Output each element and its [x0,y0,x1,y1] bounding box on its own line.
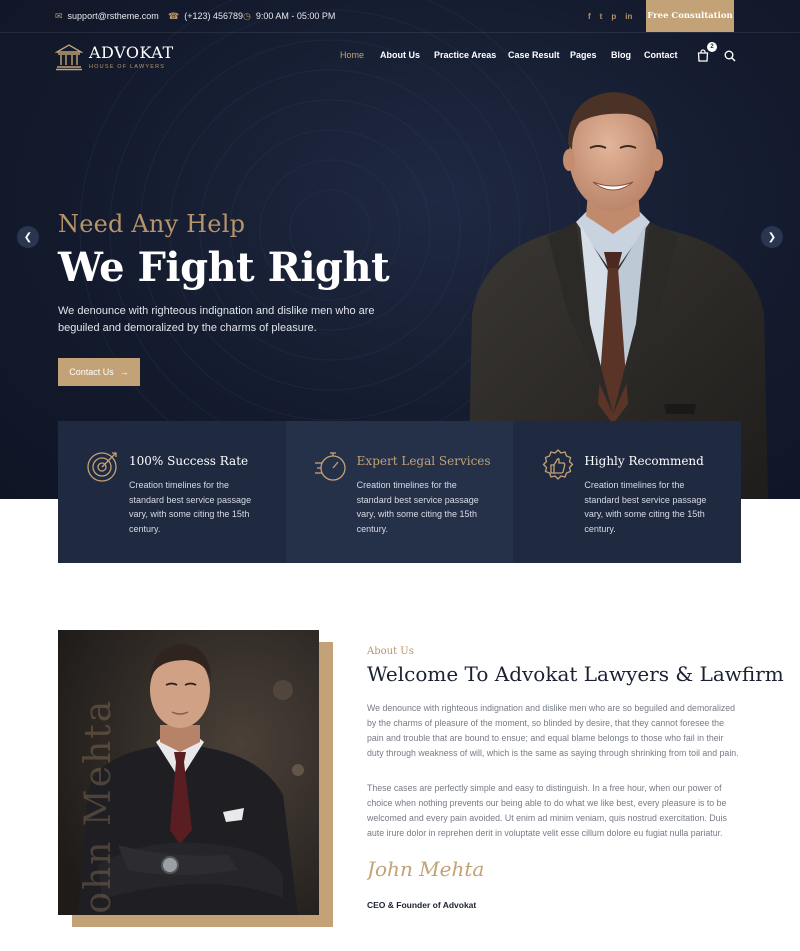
envelope-icon: ✉ [55,10,63,21]
feature-card: Highly Recommend Creation timelines for … [513,421,742,563]
contact-us-label: Contact Us [69,367,114,377]
social-links: f t p in [588,0,632,32]
feature-title: Expert Legal Services [356,454,491,468]
cart-count-badge: 2 [707,42,717,52]
search-icon[interactable] [724,50,736,62]
thumbs-up-icon [542,449,574,480]
free-consultation-button[interactable]: Free Consultation [646,0,734,32]
hero-kicker: Need Any Help [58,210,246,238]
brand-tagline: HOUSE OF LAWYERS [89,63,166,70]
phone-icon: ☎ [168,10,180,21]
nav-item-pages[interactable]: Pages [570,50,597,60]
arrow-right-icon: → [119,367,129,377]
stopwatch-icon [314,452,346,481]
slider-prev-button[interactable]: ❮ [17,226,39,248]
target-icon [87,452,117,482]
topbar-email[interactable]: ✉ support@rstheme.com [55,0,159,32]
svg-text:John Mehta: John Mehta [367,857,484,881]
nav-item-practice-areas[interactable]: Practice Areas [434,50,496,60]
top-bar: ✉ support@rstheme.com ☎ (+123) 456789 ◷ … [0,0,800,32]
nav-item-case-result[interactable]: Case Result [508,50,560,60]
topbar-divider [0,32,800,33]
brand-name: ADVOKAT [89,42,174,62]
about-kicker: About Us [367,646,414,657]
pinterest-icon[interactable]: p [611,12,616,21]
vertical-founder-name: John Mehta [78,698,119,915]
chevron-left-icon: ❮ [23,231,33,243]
feature-title: Highly Recommend [584,454,704,468]
shopping-bag-icon[interactable] [697,49,709,62]
topbar-hours: ◷ 9:00 AM - 05:00 PM [243,10,336,22]
courthouse-icon [55,44,83,71]
hero-title: We Fight Right [58,244,390,291]
chevron-right-icon: ❯ [767,231,777,243]
facebook-icon[interactable]: f [588,12,591,21]
nav-item-contact[interactable]: Contact [644,50,678,60]
feature-title: 100% Success Rate [129,454,249,468]
hero-description: We denounce with righteous indignation a… [58,305,375,334]
feature-card: Expert Legal Services Creation timelines… [285,421,514,563]
about-title: Welcome To Advokat Lawyers & Lawfirm [367,662,784,686]
topbar-phone[interactable]: ☎ (+123) 456789 [168,0,243,32]
twitter-icon[interactable]: t [600,12,603,21]
nav-item-blog[interactable]: Blog [611,50,631,60]
feature-text: Creation timelines for the standard best… [129,480,252,534]
clock-icon: ◷ [243,10,251,21]
about-paragraph-2: These cases are perfectly simple and eas… [367,783,727,838]
nav-item-about-us[interactable]: About Us [380,50,420,60]
features-strip: 100% Success Rate Creation timelines for… [58,421,742,563]
about-paragraph-1: We denounce with righteous indignation a… [367,703,739,758]
founder-signature: John Mehta [363,850,487,891]
founder-role: CEO & Founder of Advokat [367,900,477,910]
feature-card: 100% Success Rate Creation timelines for… [58,421,286,563]
feature-text: Creation timelines for the standard best… [356,480,479,534]
feature-text: Creation timelines for the standard best… [584,480,707,534]
nav-item-home[interactable]: Home [340,50,364,60]
founder-portrait: John Mehta [58,630,319,915]
contact-us-button[interactable]: Contact Us → [58,358,140,386]
linkedin-icon[interactable]: in [625,12,632,21]
brand-logo[interactable]: ADVOKAT HOUSE OF LAWYERS [55,43,174,71]
signature-image: John Mehta [363,857,484,881]
